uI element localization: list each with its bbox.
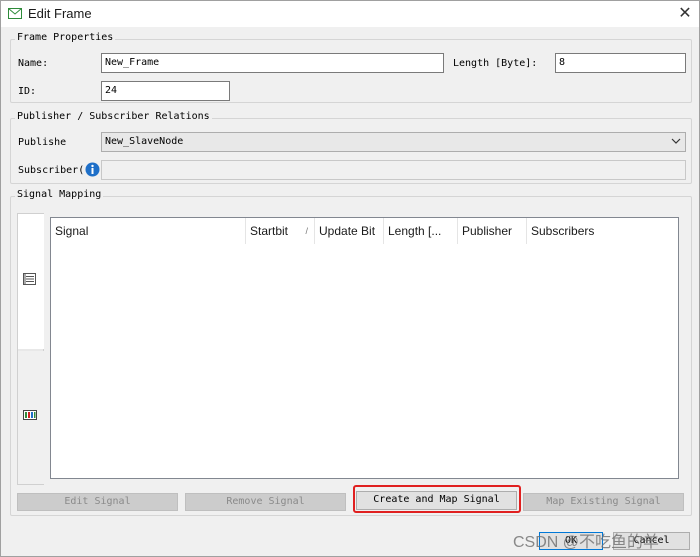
highlight-box (353, 485, 521, 513)
name-field[interactable]: New_Frame (101, 53, 444, 73)
frame-properties-label: Frame Properties (15, 32, 116, 43)
sort-icon: / (305, 226, 308, 236)
signal-table[interactable]: Signal Startbit / Update Bit Length [...… (50, 217, 679, 479)
id-field[interactable]: 24 (101, 81, 230, 101)
subscriber-label: Subscriber( (18, 165, 85, 176)
envelope-icon (8, 8, 22, 19)
subscriber-field[interactable] (101, 160, 686, 180)
watermark-text: CSDN @不吃鱼的羊 (513, 534, 660, 551)
window-title: Edit Frame (28, 6, 92, 21)
col-header-update-bit[interactable]: Update Bit (315, 218, 384, 244)
list-view-icon[interactable] (23, 273, 36, 285)
bit-layout-icon[interactable] (23, 409, 37, 421)
col-header-publisher[interactable]: Publisher (458, 218, 527, 244)
chevron-down-icon (671, 136, 681, 151)
edit-frame-dialog: Edit Frame ✕ Frame Properties Name: New_… (0, 0, 700, 557)
relations-label: Publisher / Subscriber Relations (15, 111, 212, 122)
edit-signal-button[interactable]: Edit Signal (17, 493, 178, 511)
title-bar: Edit Frame ✕ (1, 1, 699, 27)
length-field[interactable]: 8 (555, 53, 686, 73)
close-button[interactable]: ✕ (673, 3, 697, 25)
signal-mapping-label: Signal Mapping (15, 189, 104, 200)
id-label: ID: (18, 86, 37, 97)
col-header-startbit[interactable]: Startbit / (246, 218, 315, 244)
info-icon[interactable] (85, 162, 100, 177)
col-header-startbit-label: Startbit (250, 224, 289, 238)
publisher-label: Publishe (18, 137, 67, 148)
remove-signal-button[interactable]: Remove Signal (185, 493, 346, 511)
col-header-subscribers[interactable]: Subscribers (527, 218, 678, 244)
col-header-signal[interactable]: Signal (51, 218, 246, 244)
col-header-length[interactable]: Length [... (384, 218, 458, 244)
length-label: Length [Byte]: (453, 58, 538, 69)
map-existing-signal-button[interactable]: Map Existing Signal (523, 493, 684, 511)
publisher-select[interactable]: New_SlaveNode (101, 132, 686, 152)
name-label: Name: (18, 58, 49, 69)
publisher-select-value: New_SlaveNode (105, 136, 184, 147)
